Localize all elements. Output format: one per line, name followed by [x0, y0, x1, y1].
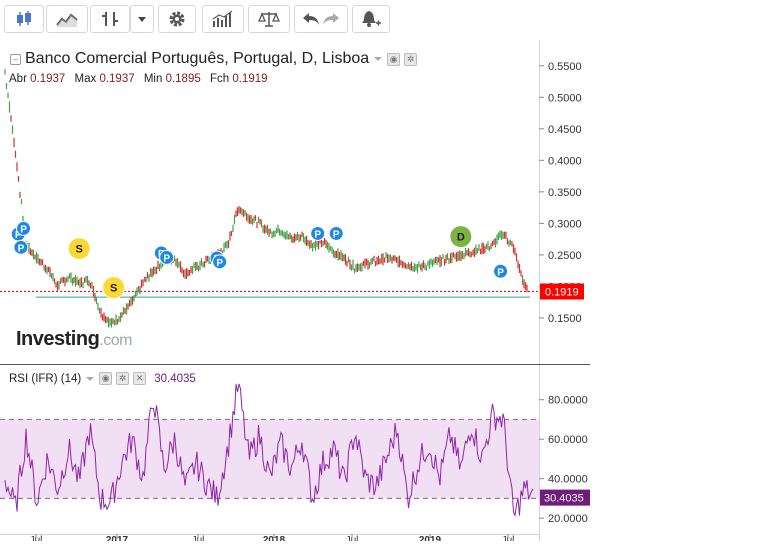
marker-label: P — [497, 267, 504, 278]
ohlc-values: Abr 0.1937 Max 0.1937 Min 0.1895 Fch 0.1… — [9, 73, 274, 85]
chart-canvas[interactable]: 0.5500 0.5000 0.4500 0.4000 0.3500 0.3000 0.25… — [0, 40, 590, 546]
price-axis-label: 0.3000 — [548, 218, 582, 230]
price-axis-label: 0.5500 — [548, 61, 582, 73]
investing-logo: Investing.com — [16, 328, 132, 351]
open-value: 0.1937 — [30, 73, 66, 85]
price-axis-label: 0.4000 — [548, 155, 582, 167]
dividend-marker[interactable]: P — [159, 249, 175, 265]
bar-chart-icon — [102, 12, 118, 26]
time-axis-label: Jul — [192, 535, 205, 541]
marker-label: P — [314, 229, 321, 240]
alert-button[interactable] — [352, 5, 390, 33]
time-axis-label: Jul — [502, 535, 515, 541]
rsi-overbought-oversold-band — [0, 419, 539, 499]
time-axis-label: 2017 — [106, 535, 129, 541]
area-chart-button[interactable] — [46, 5, 88, 33]
undo-redo-group — [294, 5, 348, 33]
marker-label: P — [163, 253, 170, 264]
alert-bell-icon — [362, 11, 381, 27]
dividend-marker[interactable]: P — [493, 263, 509, 279]
price-axis-label: 0.3500 — [548, 187, 582, 199]
dividend-marker[interactable]: P — [16, 220, 32, 236]
price-axis-label: 0.2500 — [548, 250, 582, 262]
compare-button[interactable] — [248, 5, 290, 33]
dividend-marker[interactable]: P — [310, 225, 326, 241]
compare-scale-icon — [258, 12, 280, 27]
marker-label: D — [457, 232, 465, 244]
eye-icon[interactable]: ◉ — [387, 52, 401, 66]
price-axis-label: 0.1500 — [548, 313, 582, 325]
price-axis-label: 0.4500 — [548, 124, 582, 136]
rsi-axis-label: 80.0000 — [548, 395, 588, 407]
chart-legend: – Banco Comercial Português, Portugal, D… — [10, 50, 418, 68]
rsi-title[interactable]: RSI (IFR) (14) — [9, 373, 81, 385]
eye-icon[interactable]: ◉ — [99, 372, 113, 385]
time-axis-label: 2018 — [263, 535, 286, 541]
rsi-axis-label: 40.0000 — [548, 474, 588, 486]
undo-icon[interactable] — [301, 11, 321, 27]
settings-button[interactable] — [158, 5, 196, 33]
rsi-value-tag-text: 30.4035 — [544, 493, 584, 505]
candlestick-icon — [17, 11, 31, 26]
last-price-tag-text: 0.1919 — [545, 287, 579, 299]
redo-icon[interactable] — [321, 11, 341, 27]
chart-type-dropdown[interactable] — [130, 5, 154, 33]
rsi-axis-label: 60.0000 — [548, 434, 588, 446]
close-label: Fch — [209, 73, 230, 85]
low-value: 0.1895 — [165, 73, 201, 85]
open-label: Abr — [9, 73, 27, 85]
marker-label: S — [110, 283, 117, 295]
marker-label: P — [18, 243, 25, 254]
indicators-icon — [212, 10, 233, 27]
rsi-value: 30.4035 — [154, 372, 196, 385]
marker-label: S — [76, 244, 83, 256]
marker-label: P — [20, 224, 27, 235]
marker-label: P — [333, 229, 340, 240]
chevron-down-icon[interactable] — [373, 55, 383, 63]
high-label: Max — [74, 73, 97, 85]
close-icon[interactable]: ✕ — [133, 372, 147, 385]
gear-icon — [169, 11, 185, 27]
time-axis-label: Jul — [346, 535, 359, 541]
time-axis-label: 2019 — [419, 535, 442, 541]
price-axis-label: 0.5000 — [548, 92, 582, 104]
rsi-legend: RSI (IFR) (14) ◉ ✲ ✕ 30.4035 — [9, 372, 196, 385]
area-chart-icon — [56, 13, 78, 27]
collapse-icon[interactable]: – — [10, 53, 21, 65]
gear-icon[interactable]: ✲ — [116, 372, 130, 385]
instrument-title[interactable]: Banco Comercial Português, Portugal, D, … — [25, 50, 369, 68]
logo-text: Investing — [16, 328, 100, 350]
dividend-marker[interactable]: P — [212, 254, 228, 270]
gear-icon[interactable]: ✲ — [404, 52, 418, 66]
low-label: Min — [143, 73, 163, 85]
close-value: 0.1919 — [232, 73, 268, 85]
marker-label: P — [216, 258, 223, 269]
chart-toolbar — [0, 0, 590, 41]
split-marker[interactable]: S — [67, 237, 91, 261]
earnings-marker[interactable]: D — [449, 225, 473, 249]
bar-chart-button[interactable] — [90, 5, 130, 33]
rsi-axis-label: 20.0000 — [548, 513, 588, 525]
chart-area[interactable]: 0.5500 0.5000 0.4500 0.4000 0.3500 0.3000 0.25… — [0, 40, 590, 546]
dividend-marker[interactable]: P — [328, 225, 344, 241]
dividend-marker[interactable]: P — [13, 239, 29, 255]
time-axis-label: Jul — [30, 535, 43, 541]
candlestick-button[interactable] — [4, 5, 44, 33]
chevron-down-icon — [138, 17, 146, 22]
indicators-button[interactable] — [202, 5, 244, 33]
high-value: 0.1937 — [99, 73, 135, 85]
split-marker[interactable]: S — [102, 276, 126, 300]
logo-suffix: .com — [99, 332, 132, 349]
chevron-down-icon[interactable] — [85, 375, 95, 383]
